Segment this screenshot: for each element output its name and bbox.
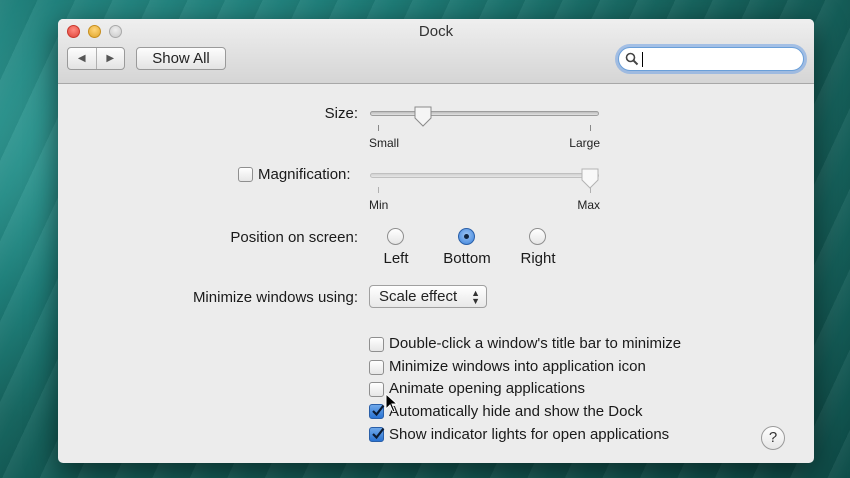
forward-arrow-icon: ▶: [106, 53, 115, 64]
position-bottom-radio[interactable]: [458, 228, 475, 245]
indicator-lights-checkbox[interactable]: [369, 427, 385, 442]
double-click-minimize-label: Double-click a window's title bar to min…: [389, 335, 682, 352]
minimize-effect-label: Minimize windows using:: [192, 289, 358, 306]
double-click-minimize-checkbox[interactable]: [369, 337, 384, 352]
size-min-label: Small: [369, 136, 400, 150]
mouse-pointer-icon: [385, 393, 399, 413]
position-left-label: Left: [383, 250, 409, 267]
size-label: Size:: [324, 105, 358, 122]
magnification-slider-track[interactable]: [370, 173, 599, 178]
checkmark-icon: [372, 427, 385, 440]
dock-preferences-window: Dock ◀ ▶ Show All Size: Small Large Magn…: [58, 19, 814, 463]
window-title: Dock: [418, 23, 454, 40]
help-button[interactable]: ?: [761, 426, 785, 450]
radio-selected-dot: [464, 234, 469, 239]
animate-opening-checkbox[interactable]: [369, 382, 384, 397]
size-slider-knob[interactable]: [413, 105, 433, 127]
search-field[interactable]: [618, 47, 804, 71]
size-tick-max: [590, 125, 591, 131]
minimize-effect-value: Scale effect: [379, 288, 458, 305]
magnification-tick-min: [378, 187, 379, 193]
show-all-button[interactable]: Show All: [136, 47, 226, 70]
animate-opening-label: Animate opening applications: [389, 380, 585, 397]
checkmark-icon: [372, 404, 385, 417]
magnification-checkbox[interactable]: [238, 167, 253, 182]
search-icon: [625, 52, 639, 66]
minimize-effect-popup[interactable]: Scale effect ▲ ▼: [369, 285, 487, 308]
magnification-min-label: Min: [369, 198, 389, 212]
size-max-label: Large: [569, 136, 600, 150]
autohide-dock-checkbox[interactable]: [369, 404, 385, 419]
title-bar: Dock ◀ ▶ Show All: [58, 19, 814, 84]
position-right-radio[interactable]: [529, 228, 546, 245]
indicator-lights-label: Show indicator lights for open applicati…: [389, 426, 670, 443]
back-arrow-icon: ◀: [77, 53, 86, 64]
magnification-slider-knob[interactable]: [580, 167, 600, 189]
back-forward-group: ◀ ▶: [67, 47, 125, 70]
position-right-label: Right: [520, 250, 556, 267]
position-bottom-label: Bottom: [443, 250, 491, 267]
back-button[interactable]: ◀: [68, 48, 96, 69]
position-label: Position on screen:: [230, 229, 358, 246]
size-tick-min: [378, 125, 379, 131]
autohide-dock-label: Automatically hide and show the Dock: [389, 403, 643, 420]
magnification-label: Magnification:: [258, 166, 351, 183]
size-slider-track[interactable]: [370, 111, 599, 116]
minimize-into-icon-checkbox[interactable]: [369, 360, 384, 375]
magnification-max-label: Max: [577, 198, 600, 212]
popup-arrows-icon: ▲ ▼: [471, 288, 480, 306]
text-cursor: [642, 52, 643, 67]
forward-button[interactable]: ▶: [95, 48, 125, 69]
minimize-into-icon-label: Minimize windows into application icon: [389, 358, 646, 375]
position-left-radio[interactable]: [387, 228, 404, 245]
